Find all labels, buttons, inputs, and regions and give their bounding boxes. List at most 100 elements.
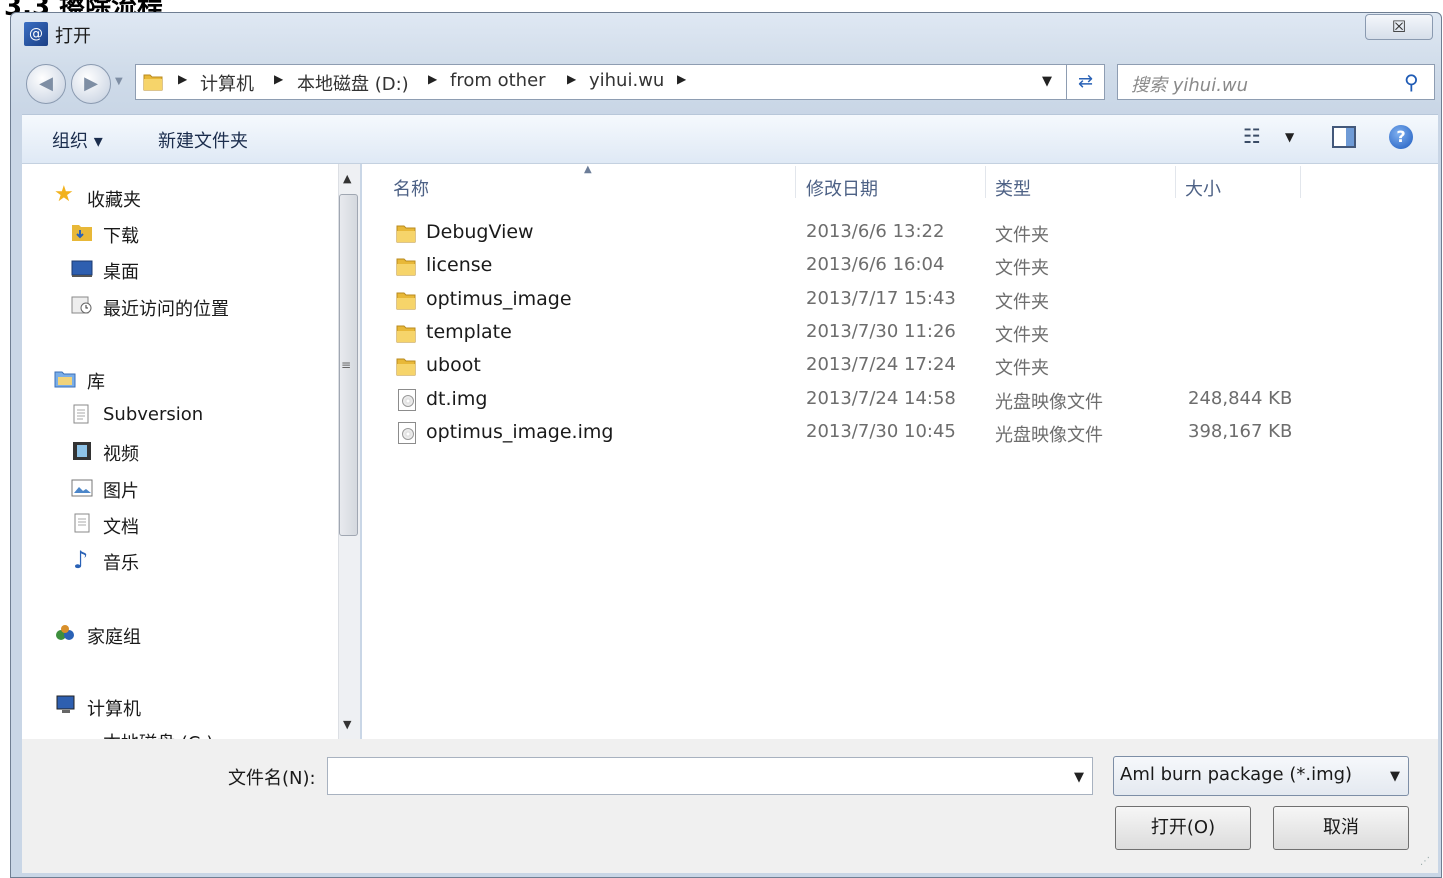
column-header-size[interactable]: 大小	[1185, 175, 1221, 201]
disc-image-file-icon	[398, 422, 416, 444]
column-divider[interactable]	[1300, 166, 1301, 198]
folder-icon	[396, 258, 416, 276]
column-divider[interactable]	[1175, 166, 1176, 198]
file-type: 文件夹	[995, 325, 1049, 346]
music-icon: ♪	[73, 546, 89, 574]
file-name: DebugView	[426, 221, 534, 243]
nav-music[interactable]: 音乐	[103, 549, 139, 575]
refresh-button[interactable]: ⇄	[1067, 64, 1105, 100]
app-icon: @	[24, 22, 48, 46]
help-icon[interactable]: ?	[1389, 125, 1413, 149]
back-button[interactable]: ◀	[26, 64, 66, 104]
chevron-right-icon[interactable]: ▶	[428, 72, 437, 86]
file-size: 248,844 KB	[1188, 388, 1293, 409]
file-modified-date: 2013/7/24 14:58	[806, 388, 956, 409]
sort-ascending-icon: ▲	[584, 164, 592, 175]
scroll-grip-icon: ≡	[341, 358, 352, 372]
file-modified-date: 2013/6/6 13:22	[806, 221, 945, 242]
folder-icon	[396, 358, 416, 376]
desktop-icon	[71, 260, 93, 277]
breadcrumb-local-disk[interactable]: 本地磁盘 (D:)	[297, 70, 409, 96]
folder-icon	[396, 292, 416, 310]
file-name: license	[426, 254, 493, 276]
downloads-folder-icon	[72, 225, 92, 241]
chevron-right-icon[interactable]: ▶	[274, 72, 283, 86]
view-dropdown-icon[interactable]: ▼	[1285, 130, 1294, 144]
nav-local-disk-c[interactable]: 本地磁盘 (C:)	[103, 729, 213, 739]
recent-pages-dropdown-icon[interactable]: ▼	[115, 76, 123, 87]
file-type: 文件夹	[995, 258, 1049, 279]
nav-recent[interactable]: 最近访问的位置	[103, 295, 229, 321]
organize-menu-button[interactable]: 组织 ▾	[52, 127, 103, 153]
nav-documents[interactable]: 文档	[103, 513, 139, 539]
search-placeholder: 搜索 yihui.wu	[1131, 75, 1249, 96]
folder-icon	[143, 74, 163, 91]
file-name: dt.img	[426, 388, 488, 410]
chevron-right-icon[interactable]: ▶	[567, 72, 576, 86]
address-dropdown-icon[interactable]: ▼	[1042, 74, 1052, 89]
file-modified-date: 2013/7/17 15:43	[806, 288, 956, 309]
file-type: 光盘映像文件	[995, 392, 1103, 413]
preview-pane-icon[interactable]	[1332, 126, 1356, 148]
column-header-date[interactable]: 修改日期	[806, 175, 878, 201]
folder-icon	[396, 225, 416, 243]
column-header-name[interactable]: 名称	[393, 175, 429, 201]
view-details-icon[interactable]: ☷	[1243, 124, 1261, 148]
cancel-button[interactable]: 取消	[1273, 806, 1409, 850]
nav-videos[interactable]: 视频	[103, 440, 139, 466]
computer-icon	[56, 695, 75, 713]
file-modified-date: 2013/7/24 17:24	[806, 354, 956, 375]
star-icon: ★	[54, 182, 74, 207]
filename-dropdown-icon[interactable]: ▼	[1074, 770, 1084, 785]
nav-desktop[interactable]: 桌面	[103, 258, 139, 284]
scroll-down-icon[interactable]: ▼	[343, 718, 351, 731]
column-divider[interactable]	[985, 166, 986, 198]
new-folder-button[interactable]: 新建文件夹	[158, 127, 248, 153]
folder-icon	[396, 325, 416, 343]
nav-favorites[interactable]: 收藏夹	[87, 186, 141, 212]
nav-subversion[interactable]: Subversion	[103, 404, 203, 425]
document-library-icon	[73, 404, 89, 424]
file-name: optimus_image	[426, 288, 572, 310]
column-header-type[interactable]: 类型	[995, 175, 1031, 201]
document-icon	[74, 513, 90, 533]
recent-places-icon	[71, 296, 92, 314]
file-modified-date: 2013/6/6 16:04	[806, 254, 945, 275]
chevron-right-icon[interactable]: ▶	[677, 72, 686, 86]
picture-icon	[71, 479, 93, 497]
resize-grip-icon[interactable]: ⋰	[1420, 856, 1430, 867]
nav-homegroup[interactable]: 家庭组	[87, 623, 141, 649]
file-type: 文件夹	[995, 225, 1049, 246]
scroll-up-icon[interactable]: ▲	[343, 172, 351, 185]
forward-button[interactable]: ▶	[71, 64, 111, 104]
chevron-right-icon[interactable]: ▶	[178, 72, 187, 86]
nav-pictures[interactable]: 图片	[103, 477, 139, 503]
column-divider[interactable]	[795, 166, 796, 198]
file-modified-date: 2013/7/30 10:45	[806, 421, 956, 442]
file-type-value: Aml burn package (*.img)	[1120, 764, 1353, 785]
nav-downloads[interactable]: 下载	[103, 222, 139, 248]
close-button[interactable]: ☒	[1365, 14, 1433, 40]
filename-input[interactable]	[327, 757, 1093, 795]
file-type-dropdown-icon[interactable]: ▼	[1390, 769, 1400, 784]
file-size: 398,167 KB	[1188, 421, 1293, 442]
nav-clip-area: 本地磁盘 (C:)	[22, 727, 338, 739]
breadcrumb-yihui-wu[interactable]: yihui.wu	[589, 70, 664, 91]
file-modified-date: 2013/7/30 11:26	[806, 321, 956, 342]
breadcrumb-from-other[interactable]: from other	[450, 70, 546, 91]
nav-libraries[interactable]: 库	[87, 368, 105, 394]
disc-image-file-icon	[398, 389, 416, 411]
file-type: 文件夹	[995, 292, 1049, 313]
file-name: template	[426, 321, 512, 343]
file-name: optimus_image.img	[426, 421, 614, 443]
dialog-title: 打开	[55, 26, 91, 47]
open-button[interactable]: 打开(O)	[1115, 806, 1251, 850]
file-type: 光盘映像文件	[995, 425, 1103, 446]
file-name: uboot	[426, 354, 481, 376]
search-icon[interactable]: ⚲	[1404, 70, 1419, 94]
homegroup-icon	[56, 625, 74, 640]
breadcrumb-computer[interactable]: 计算机	[200, 70, 254, 96]
video-icon	[73, 442, 91, 460]
library-icon	[54, 371, 76, 388]
nav-computer[interactable]: 计算机	[87, 695, 141, 721]
